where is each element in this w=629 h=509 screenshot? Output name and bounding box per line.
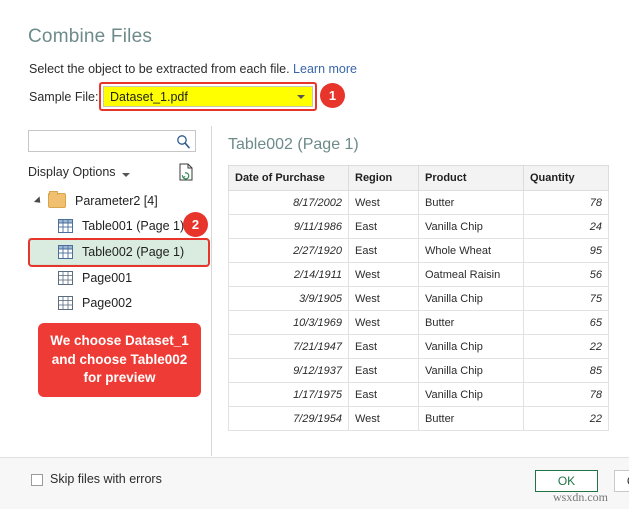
skip-files-label: Skip files with errors: [50, 472, 162, 486]
learn-more-link[interactable]: Learn more: [293, 62, 357, 76]
table-row: 7/29/1954 West Butter 22: [228, 406, 609, 431]
cell-product: Butter: [418, 310, 524, 335]
chevron-down-icon[interactable]: [122, 173, 130, 177]
annotation-badge-1: 1: [320, 83, 345, 108]
cell-region: East: [348, 334, 419, 359]
column-header-region[interactable]: Region: [348, 165, 419, 191]
panel-divider: [211, 126, 212, 456]
column-header-date[interactable]: Date of Purchase: [228, 165, 349, 191]
cell-quantity: 95: [523, 238, 609, 263]
cell-quantity: 78: [523, 382, 609, 407]
annotation-badge-2: 2: [183, 212, 208, 237]
watermark: wsxdn.com: [553, 490, 608, 504]
subtitle-text: Select the object to be extracted from e…: [29, 62, 290, 76]
ok-button[interactable]: OK: [535, 470, 598, 492]
cell-region: East: [348, 382, 419, 407]
table-row: 2/27/1920 East Whole Wheat 95: [228, 238, 609, 263]
preview-table: Date of Purchase Region Product Quantity…: [228, 165, 609, 431]
column-header-product[interactable]: Product: [418, 165, 524, 191]
tree-item-label: Page002: [82, 295, 133, 310]
chevron-down-icon: [297, 95, 305, 99]
search-input[interactable]: [28, 130, 196, 152]
sample-file-dropdown[interactable]: Dataset_1.pdf: [103, 86, 313, 107]
cell-region: West: [348, 310, 419, 335]
skip-files-checkbox[interactable]: [31, 474, 43, 486]
cell-date: 10/3/1969: [228, 310, 349, 335]
cell-product: Oatmeal Raisin: [418, 262, 524, 287]
cell-quantity: 56: [523, 262, 609, 287]
object-tree[interactable]: Parameter2 [4] Table001 (Page 1) Table00: [28, 188, 208, 315]
cell-quantity: 65: [523, 310, 609, 335]
cell-quantity: 85: [523, 358, 609, 383]
folder-icon: [48, 191, 66, 208]
cell-product: Vanilla Chip: [418, 334, 524, 359]
tree-item-table002[interactable]: Table002 (Page 1): [28, 238, 208, 265]
page-refresh-icon[interactable]: [178, 163, 194, 181]
table-row: 3/9/1905 West Vanilla Chip 75: [228, 286, 609, 311]
tree-item-page002[interactable]: Page002: [28, 290, 208, 315]
tree-item-label: Table001 (Page 1): [82, 218, 185, 233]
cell-region: East: [348, 238, 419, 263]
table-row: 7/21/1947 East Vanilla Chip 22: [228, 334, 609, 359]
table-header-row: Date of Purchase Region Product Quantity: [228, 165, 609, 191]
table-row: 8/17/2002 West Butter 78: [228, 190, 609, 215]
cell-date: 2/27/1920: [228, 238, 349, 263]
page-title: Combine Files: [28, 26, 153, 47]
tree-item-label: Parameter2 [4]: [75, 193, 158, 208]
table-icon: [58, 244, 73, 259]
tree-item-table001[interactable]: Table001 (Page 1): [28, 213, 208, 238]
cell-region: West: [348, 262, 419, 287]
column-header-quantity[interactable]: Quantity: [523, 165, 609, 191]
display-options-button[interactable]: Display Options: [28, 165, 116, 179]
tree-item-page001[interactable]: Page001: [28, 265, 208, 290]
table-row: 10/3/1969 West Butter 65: [228, 310, 609, 335]
table-icon: [58, 218, 73, 233]
expander-icon[interactable]: [33, 195, 44, 206]
dialog-subtitle: Select the object to be extracted from e…: [29, 62, 357, 76]
cell-quantity: 75: [523, 286, 609, 311]
cell-date: 7/29/1954: [228, 406, 349, 431]
sample-file-label: Sample File:: [29, 90, 99, 104]
cancel-button[interactable]: Cancel: [614, 470, 629, 492]
table-row: 9/12/1937 East Vanilla Chip 85: [228, 358, 609, 383]
annotation-callout: We choose Dataset_1 and choose Table002 …: [38, 323, 201, 397]
cell-date: 9/11/1986: [228, 214, 349, 239]
cell-product: Butter: [418, 406, 524, 431]
page-grid-icon: [58, 270, 73, 285]
cell-date: 2/14/1911: [228, 262, 349, 287]
cell-product: Vanilla Chip: [418, 214, 524, 239]
table-row: 2/14/1911 West Oatmeal Raisin 56: [228, 262, 609, 287]
search-icon: [176, 134, 191, 149]
cell-date: 1/17/1975: [228, 382, 349, 407]
preview-title: Table002 (Page 1): [228, 136, 359, 153]
cell-product: Whole Wheat: [418, 238, 524, 263]
cell-region: West: [348, 406, 419, 431]
cell-date: 3/9/1905: [228, 286, 349, 311]
cell-quantity: 24: [523, 214, 609, 239]
cell-product: Vanilla Chip: [418, 286, 524, 311]
cell-product: Vanilla Chip: [418, 358, 524, 383]
tree-item-label: Page001: [82, 270, 133, 285]
cell-quantity: 22: [523, 334, 609, 359]
table-row: 9/11/1986 East Vanilla Chip 24: [228, 214, 609, 239]
cell-product: Butter: [418, 190, 524, 215]
cell-region: East: [348, 358, 419, 383]
table-row: 1/17/1975 East Vanilla Chip 78: [228, 382, 609, 407]
cell-date: 9/12/1937: [228, 358, 349, 383]
cell-date: 8/17/2002: [228, 190, 349, 215]
cell-region: West: [348, 190, 419, 215]
cell-product: Vanilla Chip: [418, 382, 524, 407]
cell-quantity: 22: [523, 406, 609, 431]
cell-region: East: [348, 214, 419, 239]
page-grid-icon: [58, 295, 73, 310]
cell-quantity: 78: [523, 190, 609, 215]
cell-region: West: [348, 286, 419, 311]
table-body: 8/17/2002 West Butter 78 9/11/1986 East Vanill…: [228, 190, 609, 431]
tree-item-label: Table002 (Page 1): [82, 244, 185, 259]
sample-file-value: Dataset_1.pdf: [110, 90, 188, 104]
cell-date: 7/21/1947: [228, 334, 349, 359]
tree-item-parameter2[interactable]: Parameter2 [4]: [28, 188, 208, 213]
